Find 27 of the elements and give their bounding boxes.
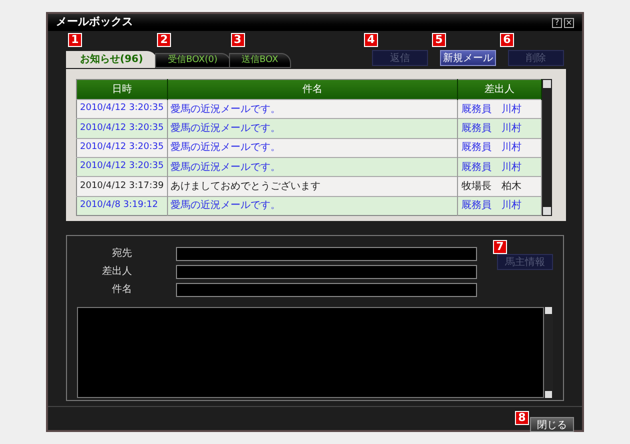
table-cell[interactable]: 2010/4/8 3:19:12 xyxy=(76,196,168,216)
callout-badge: 7 xyxy=(493,240,507,254)
callout-badge: 4 xyxy=(364,33,378,47)
action-button[interactable]: 新規メール xyxy=(440,50,496,66)
tab[interactable]: お知らせ(96) xyxy=(66,51,158,68)
field-label: 差出人 xyxy=(101,264,132,279)
scrollbar[interactable] xyxy=(544,307,553,398)
callout-badge: 8 xyxy=(515,411,529,425)
callout-badge: 3 xyxy=(230,33,245,47)
callout-badge: 1 xyxy=(68,33,82,47)
callout-badge: 5 xyxy=(432,33,446,47)
field-label: 宛先 xyxy=(111,246,132,261)
input-field[interactable] xyxy=(176,282,477,296)
close-button[interactable]: × xyxy=(564,18,574,28)
close-button[interactable]: 閉じる xyxy=(530,417,574,432)
tab[interactable]: 送信BOX xyxy=(228,53,292,68)
table-cell[interactable]: 愛馬の近況メールです。 xyxy=(167,196,458,216)
callout-badge: 6 xyxy=(500,33,514,47)
callout-badge: 2 xyxy=(157,33,172,47)
scrollbar[interactable] xyxy=(542,79,552,216)
tab[interactable]: 受信BOX(0) xyxy=(155,53,231,68)
field-label: 件名 xyxy=(111,283,132,297)
window-title: メールボックス xyxy=(56,14,133,30)
help-button[interactable]: ? xyxy=(552,18,562,28)
input-field[interactable] xyxy=(176,264,477,278)
input-field[interactable] xyxy=(176,246,477,260)
message-body-field[interactable] xyxy=(77,307,544,398)
